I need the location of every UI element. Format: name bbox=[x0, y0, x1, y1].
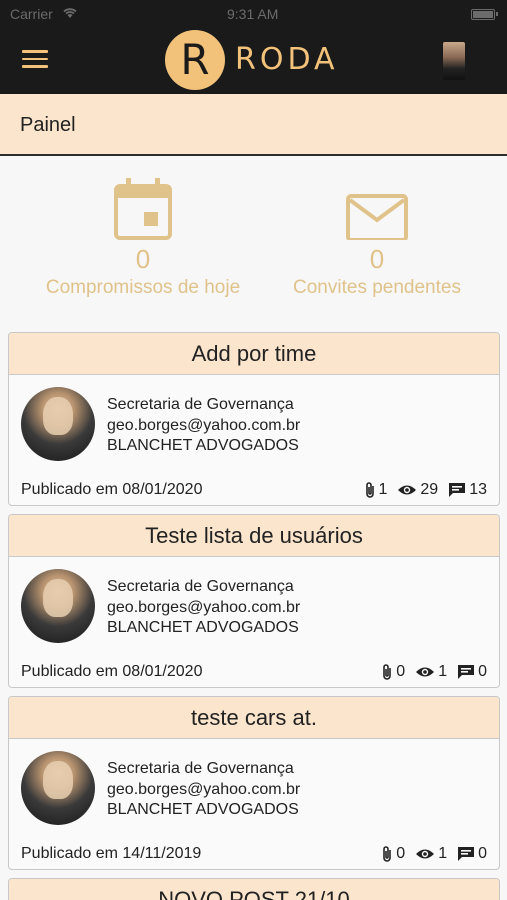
wifi-icon bbox=[62, 6, 78, 22]
post-card[interactable]: NOVO POST 21/10 bbox=[8, 878, 500, 900]
attachments-metric[interactable]: 1 bbox=[364, 481, 388, 499]
roda-logo: R RODA bbox=[165, 30, 345, 90]
comment-icon bbox=[458, 847, 475, 861]
post-footer: Publicado em 08/01/2020 0 1 0 bbox=[9, 657, 499, 687]
comment-icon bbox=[458, 665, 475, 679]
views-count: 29 bbox=[420, 481, 439, 498]
stats-panel: 0 Compromissos de hoje 0 Convites penden… bbox=[0, 170, 507, 320]
profile-avatar[interactable] bbox=[443, 42, 465, 80]
carrier-label: Carrier bbox=[10, 6, 53, 22]
battery-icon bbox=[471, 9, 498, 20]
pending-invites-widget[interactable]: 0 Convites pendentes bbox=[257, 170, 497, 299]
views-count: 1 bbox=[438, 845, 448, 862]
post-author: Secretaria de Governança geo.borges@yaho… bbox=[9, 739, 499, 839]
comments-metric[interactable]: 0 bbox=[457, 663, 487, 681]
views-metric[interactable]: 1 bbox=[415, 845, 447, 863]
logo-letter: R bbox=[180, 35, 210, 84]
post-footer: Publicado em 08/01/2020 1 29 13 bbox=[9, 475, 499, 505]
appointments-today-widget[interactable]: 0 Compromissos de hoje bbox=[23, 170, 263, 299]
author-company: BLANCHET ADVOGADOS bbox=[107, 801, 299, 818]
author-company: BLANCHET ADVOGADOS bbox=[107, 619, 299, 636]
attachments-count: 1 bbox=[378, 481, 388, 498]
author-company: BLANCHET ADVOGADOS bbox=[107, 437, 299, 454]
comments-count: 13 bbox=[469, 481, 487, 498]
author-email: geo.borges@yahoo.com.br bbox=[107, 780, 301, 798]
post-title: teste cars at. bbox=[9, 697, 499, 739]
published-date: Publicado em 08/01/2020 bbox=[21, 481, 203, 498]
invites-label: Convites pendentes bbox=[293, 277, 461, 298]
comments-count: 0 bbox=[478, 845, 487, 862]
comment-icon bbox=[449, 483, 466, 497]
post-title: NOVO POST 21/10 bbox=[9, 879, 499, 900]
mail-icon bbox=[346, 194, 408, 240]
post-author: Secretaria de Governança geo.borges@yaho… bbox=[9, 557, 499, 657]
eye-icon bbox=[398, 485, 417, 495]
post-title: Add por time bbox=[9, 333, 499, 375]
page-header: Painel bbox=[0, 94, 507, 156]
post-title: Teste lista de usuários bbox=[9, 515, 499, 557]
author-role: Secretaria de Governança bbox=[107, 578, 294, 595]
attachments-metric[interactable]: 0 bbox=[381, 845, 405, 863]
post-footer: Publicado em 14/11/2019 0 1 0 bbox=[9, 839, 499, 869]
page-title: Painel bbox=[20, 114, 76, 136]
status-bar: Carrier 9:31 AM bbox=[0, 0, 507, 28]
calendar-icon bbox=[114, 178, 172, 240]
hamburger-menu-icon[interactable] bbox=[22, 50, 48, 70]
author-email: geo.borges@yahoo.com.br bbox=[107, 416, 301, 434]
author-avatar bbox=[21, 569, 95, 643]
author-avatar bbox=[21, 387, 95, 461]
post-author: Secretaria de Governança geo.borges@yaho… bbox=[9, 375, 499, 475]
appointments-count: 0 bbox=[135, 244, 151, 274]
attachments-metric[interactable]: 0 bbox=[381, 663, 405, 681]
post-card[interactable]: teste cars at. Secretaria de Governança … bbox=[8, 696, 500, 870]
post-card[interactable]: Teste lista de usuários Secretaria de Go… bbox=[8, 514, 500, 688]
comments-metric[interactable]: 13 bbox=[448, 481, 487, 499]
published-date: Publicado em 08/01/2020 bbox=[21, 663, 203, 680]
paperclip-icon bbox=[383, 846, 392, 862]
comments-count: 0 bbox=[478, 663, 487, 680]
brand-name: RODA bbox=[235, 42, 339, 77]
author-role: Secretaria de Governança bbox=[107, 396, 294, 413]
author-role: Secretaria de Governança bbox=[107, 760, 294, 777]
navigation-bar: R RODA bbox=[0, 28, 507, 94]
views-count: 1 bbox=[438, 663, 448, 680]
invites-count: 0 bbox=[369, 244, 385, 274]
paperclip-icon bbox=[365, 482, 374, 498]
author-email: geo.borges@yahoo.com.br bbox=[107, 598, 301, 616]
views-metric[interactable]: 1 bbox=[415, 663, 447, 681]
attachments-count: 0 bbox=[396, 845, 406, 862]
clock: 9:31 AM bbox=[227, 6, 279, 22]
attachments-count: 0 bbox=[396, 663, 406, 680]
paperclip-icon bbox=[383, 664, 392, 680]
author-avatar bbox=[21, 751, 95, 825]
eye-icon bbox=[416, 667, 435, 677]
comments-metric[interactable]: 0 bbox=[457, 845, 487, 863]
views-metric[interactable]: 29 bbox=[397, 481, 438, 499]
post-card[interactable]: Add por time Secretaria de Governança ge… bbox=[8, 332, 500, 506]
eye-icon bbox=[416, 849, 435, 859]
appointments-label: Compromissos de hoje bbox=[45, 277, 241, 298]
published-date: Publicado em 14/11/2019 bbox=[21, 845, 202, 862]
